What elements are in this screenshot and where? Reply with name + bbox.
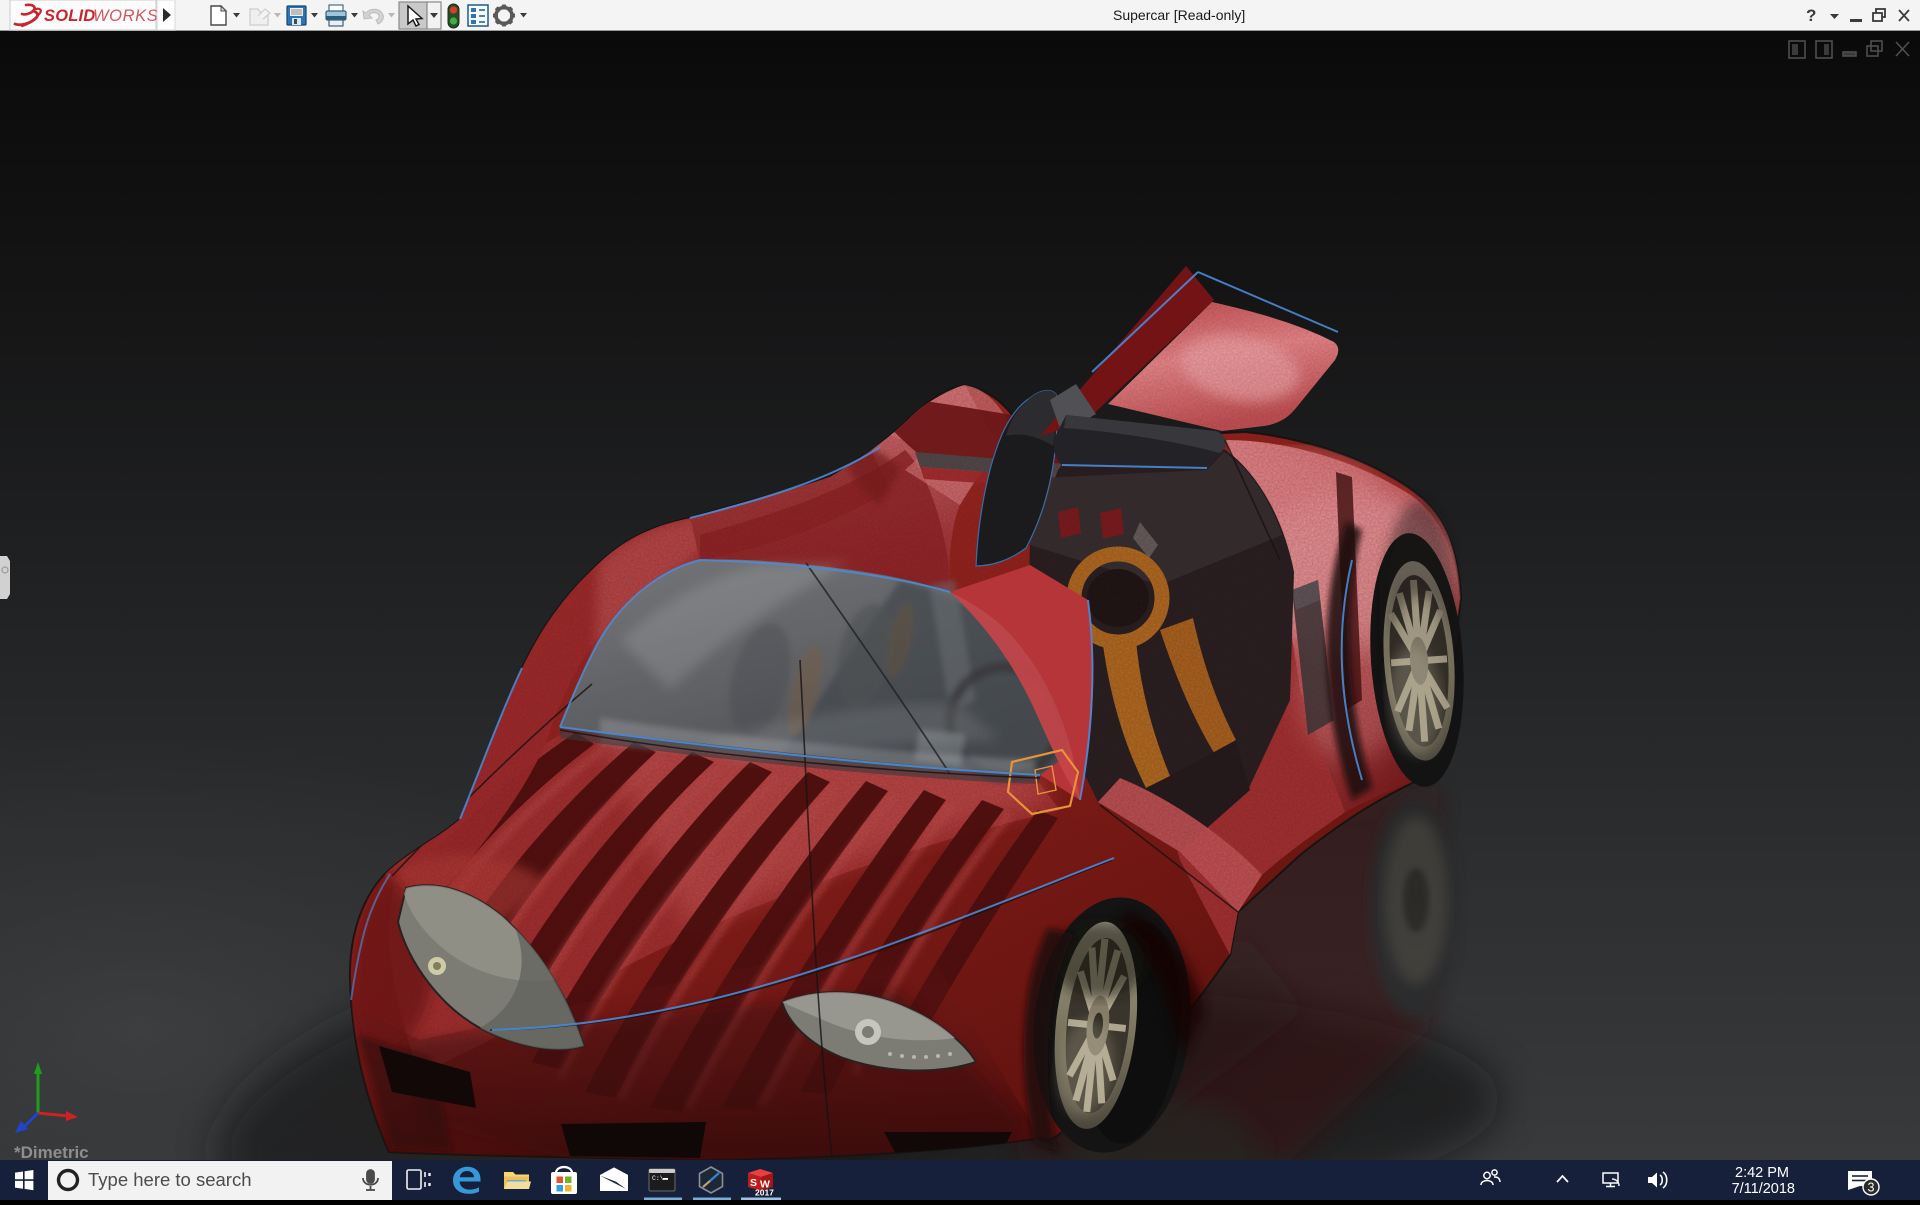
svg-text:SOLID: SOLID bbox=[44, 7, 95, 25]
svg-text:C:\: C:\ bbox=[652, 1175, 664, 1182]
svg-text:Type here to search: Type here to search bbox=[88, 1169, 252, 1190]
svg-text:2:42 PM: 2:42 PM bbox=[1735, 1165, 1789, 1181]
svg-text:7/11/2018: 7/11/2018 bbox=[1732, 1181, 1795, 1197]
svg-text:2017: 2017 bbox=[755, 1188, 774, 1198]
svg-text:?: ? bbox=[1806, 6, 1816, 25]
svg-text:Supercar [Read-only]: Supercar [Read-only] bbox=[1113, 7, 1245, 23]
svg-text:WORKS: WORKS bbox=[93, 7, 158, 25]
svg-text:*Dimetric: *Dimetric bbox=[14, 1143, 89, 1160]
svg-text:3: 3 bbox=[1868, 1181, 1875, 1195]
